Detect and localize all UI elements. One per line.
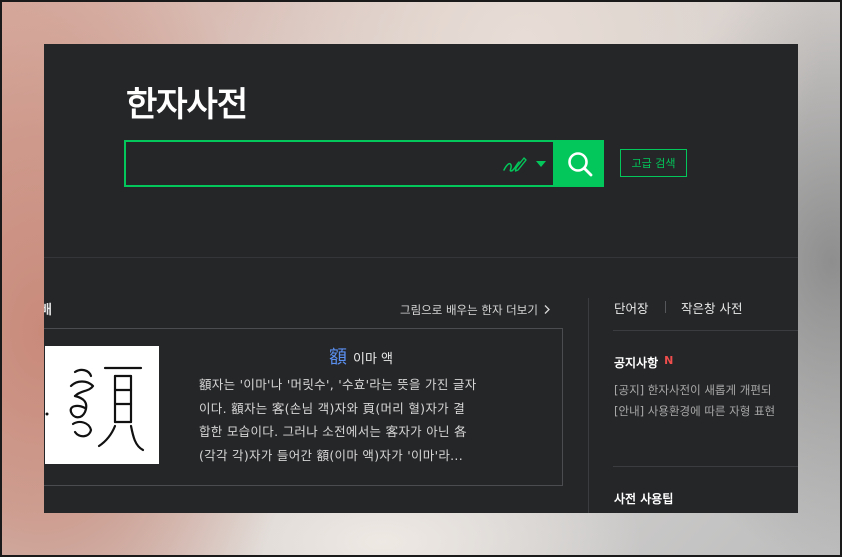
card-description: 額자는 '이마'나 '머릿수', '수효'라는 뜻을 가진 글자 이다. 額자는… bbox=[199, 373, 539, 467]
search-box bbox=[124, 140, 555, 187]
tips-title[interactable]: 사전 사용팁 bbox=[614, 490, 673, 507]
divider bbox=[613, 466, 798, 467]
learn-with-pictures-section: 배 그림으로 배우는 한자 더보기 額 이마 액 額자는 '이마'나 '머릿수'… bbox=[44, 258, 588, 513]
side-panel: 단어장 작은창 사전 공지사항 N [공지] 한자사전이 새롭게 개편되 [안내… bbox=[589, 258, 798, 513]
handwrite-input-button[interactable] bbox=[500, 151, 548, 177]
search-icon bbox=[567, 151, 592, 176]
search-input[interactable] bbox=[136, 150, 486, 178]
description-line: 이다. 額자는 客(손님 객)자와 頁(머리 혈)자가 결 bbox=[199, 400, 466, 416]
notice-title-label: 공지사항 bbox=[614, 356, 659, 370]
handwriting-pen-icon bbox=[503, 157, 527, 172]
hanja-dictionary-window: 한자사전 고급 검색 배 그림으로 배우는 한자 더보기 額 이마 액 額자는 … bbox=[44, 44, 798, 513]
seal-script-image[interactable] bbox=[45, 346, 159, 464]
card-heading: 額 이마 액 bbox=[329, 343, 393, 369]
new-badge: N bbox=[664, 354, 674, 367]
description-line: (각각 각)자가 들어간 額(이마 액)자가 '이마'라... bbox=[199, 447, 463, 463]
divider bbox=[613, 330, 798, 331]
description-line: 額자는 '이마'나 '머릿수', '수효'라는 뜻을 가진 글자 bbox=[199, 377, 477, 392]
chevron-right-icon bbox=[544, 305, 550, 314]
header: 한자사전 고급 검색 bbox=[44, 44, 798, 258]
seal-script-glyph bbox=[45, 366, 145, 452]
tab-separator bbox=[665, 301, 666, 313]
notice-title[interactable]: 공지사항 N bbox=[614, 354, 673, 371]
search-button[interactable] bbox=[555, 140, 604, 187]
tab-wordbook[interactable]: 단어장 bbox=[614, 298, 649, 317]
tab-mini-dictionary[interactable]: 작은창 사전 bbox=[681, 298, 742, 317]
notice-item[interactable]: [공지] 한자사전이 새롭게 개편되 bbox=[614, 382, 771, 398]
notice-item[interactable]: [안내] 사용환경에 따른 자형 표현 bbox=[614, 403, 775, 419]
advanced-search-button[interactable]: 고급 검색 bbox=[620, 149, 687, 177]
description-line: 합한 모습이다. 그러나 소전에서는 客자가 아닌 各 bbox=[199, 424, 467, 439]
hanja-card[interactable]: 額 이마 액 額자는 '이마'나 '머릿수', '수효'라는 뜻을 가진 글자 … bbox=[44, 328, 563, 486]
hanja-character[interactable]: 額 bbox=[329, 343, 347, 369]
more-link-label: 그림으로 배우는 한자 더보기 bbox=[400, 303, 538, 317]
chevron-down-icon bbox=[536, 161, 546, 167]
more-link[interactable]: 그림으로 배우는 한자 더보기 bbox=[400, 302, 550, 318]
section-title: 배 bbox=[44, 303, 52, 318]
site-title[interactable]: 한자사전 bbox=[126, 77, 248, 126]
hanja-reading: 이마 액 bbox=[353, 352, 394, 367]
